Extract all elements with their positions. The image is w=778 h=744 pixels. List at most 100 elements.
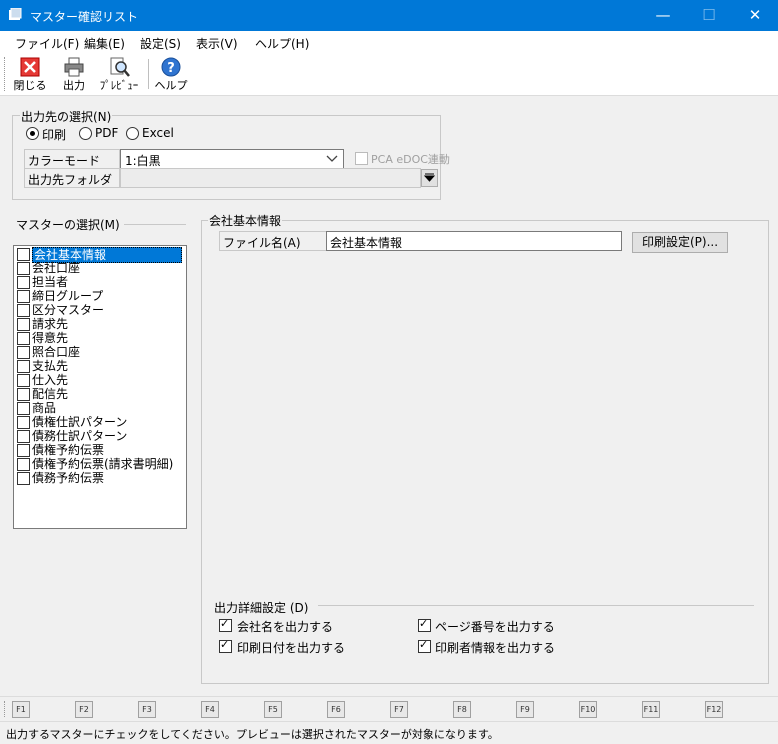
master-listbox[interactable]: 会社基本情報 会社口座 担当者 締日グループ 区分マスター 請求先 得意先 照合口座 支払先 仕入… — [13, 245, 187, 529]
fkey-f7[interactable]: F7 — [390, 701, 408, 718]
master-item-checkbox[interactable] — [17, 248, 30, 261]
master-list-item[interactable]: 債権予約伝票 — [16, 443, 184, 457]
output-button[interactable]: 出力 — [56, 55, 92, 93]
master-item-checkbox[interactable] — [17, 416, 30, 429]
fkey-f8[interactable]: F8 — [453, 701, 471, 718]
master-list-item[interactable]: 配信先 — [16, 387, 184, 401]
menu-view[interactable]: 表示(V) — [196, 35, 238, 52]
master-item-checkbox[interactable] — [17, 360, 30, 373]
minimize-button[interactable]: — — [640, 0, 686, 31]
fkey-f1[interactable]: F1 — [12, 701, 30, 718]
master-item-checkbox[interactable] — [17, 402, 30, 415]
menu-file[interactable]: ファイル(F) — [15, 35, 79, 52]
dropdown-arrow-icon — [424, 173, 435, 182]
chevron-down-icon — [326, 155, 338, 162]
fkey-f10[interactable]: F10 — [579, 701, 597, 718]
fkey-f5[interactable]: F5 — [264, 701, 282, 718]
master-item-checkbox[interactable] — [17, 388, 30, 401]
master-list-item[interactable]: 債権予約伝票(請求書明細) — [16, 457, 184, 471]
radio-print[interactable] — [26, 127, 39, 140]
function-key-bar: F1 F2 F3 F4 F5 F6 F7 F8 F9 F10 F11 F12 — [0, 696, 778, 721]
fkey-f6[interactable]: F6 — [327, 701, 345, 718]
master-item-checkbox[interactable] — [17, 444, 30, 457]
detail-settings-title: 出力詳細設定 (D) — [214, 601, 309, 615]
company-info-title: 会社基本情報 — [208, 212, 283, 229]
master-item-label: 債務予約伝票 — [32, 471, 105, 485]
master-item-checkbox[interactable] — [17, 374, 30, 387]
maximize-button[interactable]: ☐ — [686, 0, 732, 31]
master-list-item[interactable]: 会社口座 — [16, 261, 184, 275]
radio-print-label: 印刷 — [42, 128, 67, 142]
status-bar: 出力するマスターにチェックをしてください。プレビューは選択されたマスターが対象に… — [0, 721, 778, 744]
preview-label: ﾌﾟﾚﾋﾞｭｰ — [99, 79, 139, 92]
radio-pdf[interactable] — [79, 127, 92, 140]
color-mode-select[interactable]: 1:白黒 — [120, 149, 344, 169]
master-list-item[interactable]: 債務仕訳パターン — [16, 429, 184, 443]
master-item-label: 配信先 — [32, 387, 69, 401]
master-item-checkbox[interactable] — [17, 304, 30, 317]
output-folder-label: 出力先フォルダ — [28, 173, 113, 187]
fkey-f9[interactable]: F9 — [516, 701, 534, 718]
title-bar: マスター確認リスト — ☐ ✕ — [0, 0, 778, 31]
master-item-label: 締日グループ — [32, 289, 104, 303]
master-item-checkbox[interactable] — [17, 472, 30, 485]
radio-excel[interactable] — [126, 127, 139, 140]
master-item-label: 債権仕訳パターン — [32, 415, 128, 429]
printer-info-checkbox[interactable] — [418, 638, 431, 653]
master-list-item[interactable]: 得意先 — [16, 331, 184, 345]
fkey-f11[interactable]: F11 — [642, 701, 660, 718]
master-item-label: 会社口座 — [32, 261, 81, 275]
master-item-checkbox[interactable] — [17, 332, 30, 345]
status-text: 出力するマスターにチェックをしてください。プレビューは選択されたマスターが対象に… — [6, 728, 499, 741]
master-list-item[interactable]: 支払先 — [16, 359, 184, 373]
fkey-f3[interactable]: F3 — [138, 701, 156, 718]
svg-text:?: ? — [167, 61, 175, 76]
fkey-f12[interactable]: F12 — [705, 701, 723, 718]
master-list-item[interactable]: 締日グループ — [16, 289, 184, 303]
master-item-label: 債務仕訳パターン — [32, 429, 128, 443]
close-button[interactable]: 閉じる — [12, 55, 48, 93]
close-label: 閉じる — [13, 79, 47, 92]
master-list-item[interactable]: 仕入先 — [16, 373, 184, 387]
master-item-checkbox[interactable] — [17, 262, 30, 275]
folder-dropdown-button[interactable] — [421, 169, 438, 187]
master-list-item[interactable]: 債権仕訳パターン — [16, 415, 184, 429]
fkey-f2[interactable]: F2 — [75, 701, 93, 718]
preview-button[interactable]: ﾌﾟﾚﾋﾞｭｰ — [96, 55, 142, 93]
menu-settings[interactable]: 設定(S) — [140, 35, 181, 52]
print-date-checkbox[interactable] — [219, 638, 232, 653]
master-item-checkbox[interactable] — [17, 276, 30, 289]
master-item-checkbox[interactable] — [17, 430, 30, 443]
preview-icon — [110, 57, 130, 77]
master-item-checkbox[interactable] — [17, 458, 30, 471]
master-item-checkbox[interactable] — [17, 318, 30, 331]
master-list-item[interactable]: 区分マスター — [16, 303, 184, 317]
master-list-item[interactable]: 債務予約伝票 — [16, 471, 184, 485]
output-folder-field[interactable] — [120, 168, 421, 188]
toolbar-grip — [4, 57, 8, 91]
menu-edit[interactable]: 編集(E) — [84, 35, 125, 52]
help-label: ヘルプ — [154, 79, 188, 92]
toolbar: 閉じる 出力 ﾌﾟﾚﾋﾞｭｰ ? ヘルプ — [0, 53, 778, 96]
file-name-input[interactable]: 会社基本情報 — [326, 231, 622, 251]
menu-help[interactable]: ヘルプ(H) — [255, 35, 309, 52]
print-settings-button[interactable]: 印刷設定(P)... — [632, 232, 728, 253]
close-window-button[interactable]: ✕ — [732, 0, 778, 31]
printer-icon — [64, 57, 84, 77]
pca-edoc-checkbox[interactable] — [355, 152, 368, 165]
master-list-item[interactable]: 請求先 — [16, 317, 184, 331]
company-name-label: 会社名を出力する — [237, 620, 334, 634]
master-list-item[interactable]: 担当者 — [16, 275, 184, 289]
master-item-checkbox[interactable] — [17, 346, 30, 359]
master-list-item[interactable]: 照合口座 — [16, 345, 184, 359]
page-number-checkbox[interactable] — [418, 617, 431, 632]
help-button[interactable]: ? ヘルプ — [154, 55, 188, 93]
file-name-label-cell: ファイル名(A) — [219, 231, 327, 251]
master-list-item[interactable]: 会社基本情報 — [16, 247, 184, 263]
close-icon — [20, 57, 40, 77]
company-name-checkbox[interactable] — [219, 617, 232, 632]
master-item-checkbox[interactable] — [17, 290, 30, 303]
master-list-item[interactable]: 商品 — [16, 401, 184, 415]
fkey-f4[interactable]: F4 — [201, 701, 219, 718]
color-mode-label-cell: カラーモード — [24, 149, 120, 169]
